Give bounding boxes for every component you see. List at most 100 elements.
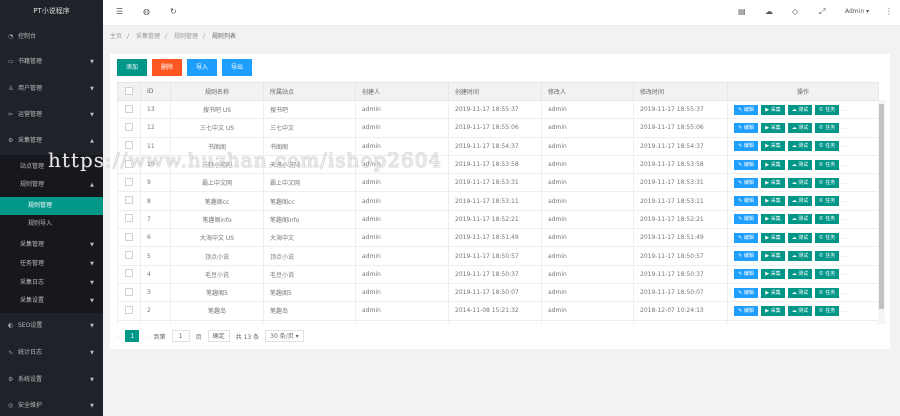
row-checkbox[interactable] — [117, 246, 141, 266]
collect-button[interactable]: ▶ 采集 — [761, 159, 785, 170]
sidebar-item[interactable]: ⚙ 系统设置 ▼ — [0, 371, 103, 389]
collect-button[interactable]: ▶ 采集 — [761, 104, 785, 115]
row-checkbox[interactable] — [117, 136, 141, 156]
collect-button[interactable]: ▶ 采集 — [761, 287, 785, 298]
sidebar-item[interactable]: ▭ 书籍管理 ▼ — [0, 53, 103, 71]
row-checkbox[interactable] — [117, 319, 141, 324]
edit-button[interactable]: ✎ 编辑 — [734, 232, 758, 243]
edit-button[interactable]: ✎ 编辑 — [734, 305, 758, 316]
more-icon[interactable]: … — [842, 179, 848, 186]
row-checkbox[interactable] — [117, 154, 141, 175]
select-all-checkbox[interactable] — [117, 82, 141, 101]
edit-button[interactable]: ✎ 编辑 — [734, 104, 758, 115]
refresh-icon[interactable]: ↻ — [170, 7, 177, 16]
table-scrollbar[interactable] — [878, 100, 885, 324]
globe-icon[interactable]: ◍ — [143, 7, 150, 16]
collect-button[interactable]: ▶ 采集 — [761, 305, 785, 316]
submenu-item[interactable]: 规则管理 ▲ — [0, 176, 103, 194]
row-checkbox[interactable] — [117, 228, 141, 248]
task-button[interactable]: © 任务 — [815, 104, 839, 115]
more-icon[interactable]: … — [842, 234, 848, 241]
task-button[interactable]: © 任务 — [815, 122, 839, 133]
test-button[interactable]: ☁ 测试 — [788, 104, 812, 115]
test-button[interactable]: ☁ 测试 — [788, 196, 812, 207]
task-button[interactable]: © 任务 — [815, 305, 839, 316]
prev-page-icon[interactable]: ‹ — [117, 333, 119, 340]
confirm-button[interactable]: 确定 — [207, 330, 230, 342]
test-button[interactable]: ☁ 测试 — [788, 269, 812, 280]
tag-icon[interactable]: ◇ — [792, 7, 798, 16]
collect-button[interactable]: ▶ 采集 — [761, 269, 785, 280]
submenu-item[interactable]: 任务管理 ▼ — [0, 255, 103, 273]
edit-button[interactable]: ✎ 编辑 — [734, 177, 758, 188]
task-button[interactable]: © 任务 — [815, 232, 839, 243]
collect-button[interactable]: ▶ 采集 — [761, 122, 785, 133]
sidebar-item[interactable]: ♙ 用户管理 ▼ — [0, 80, 103, 98]
task-button[interactable]: © 任务 — [815, 269, 839, 280]
menu-icon[interactable]: ☰ — [116, 7, 123, 16]
collect-button[interactable]: ▶ 采集 — [761, 214, 785, 225]
row-checkbox[interactable] — [117, 191, 141, 211]
edit-button[interactable]: ✎ 编辑 — [734, 122, 758, 133]
edit-button[interactable]: ✎ 编辑 — [734, 196, 758, 207]
submenu-item[interactable]: 规则管理 — [0, 197, 103, 215]
test-button[interactable]: ☁ 测试 — [788, 159, 812, 170]
collect-button[interactable]: ▶ 采集 — [761, 232, 785, 243]
submenu-item[interactable]: 规则导入 — [0, 215, 103, 233]
test-button[interactable]: ☁ 测试 — [788, 251, 812, 262]
edit-button[interactable]: ✎ 编辑 — [734, 269, 758, 280]
row-checkbox[interactable] — [117, 173, 141, 193]
row-checkbox[interactable] — [117, 209, 141, 230]
row-checkbox[interactable] — [117, 118, 141, 138]
edit-button[interactable]: ✎ 编辑 — [734, 159, 758, 170]
next-page-icon[interactable]: › — [145, 333, 147, 340]
collect-button[interactable]: ▶ 采集 — [761, 177, 785, 188]
note-icon[interactable]: ▤ — [738, 7, 746, 16]
user-menu[interactable]: Admin ▾ — [845, 8, 869, 15]
theme-icon[interactable]: ☁ — [765, 7, 773, 16]
task-button[interactable]: © 任务 — [815, 196, 839, 207]
crumb-collect[interactable]: 采集管理 — [136, 33, 160, 40]
more-icon[interactable]: … — [842, 270, 848, 277]
more-icon[interactable]: … — [842, 124, 848, 131]
task-button[interactable]: © 任务 — [815, 159, 839, 170]
page-1[interactable]: 1 — [125, 330, 140, 342]
edit-button[interactable]: ✎ 编辑 — [734, 287, 758, 298]
submenu-item[interactable]: 采集管理 ▼ — [0, 236, 103, 254]
fullscreen-icon[interactable]: ⤢ — [819, 7, 825, 17]
row-checkbox[interactable] — [117, 301, 141, 321]
more-icon[interactable]: … — [842, 197, 848, 204]
edit-button[interactable]: ✎ 编辑 — [734, 251, 758, 262]
more-icon[interactable]: … — [842, 106, 848, 113]
crumb-home[interactable]: 主页 — [110, 33, 122, 40]
submenu-item[interactable]: 采集设置 ▼ — [0, 292, 103, 310]
row-checkbox[interactable] — [117, 99, 141, 120]
task-button[interactable]: © 任务 — [815, 214, 839, 225]
more-icon[interactable]: … — [842, 252, 848, 259]
per-page-select[interactable]: 30 条/页 ▾ — [265, 330, 304, 342]
test-button[interactable]: ☁ 测试 — [788, 305, 812, 316]
crumb-rules[interactable]: 规则管理 — [174, 33, 198, 40]
task-button[interactable]: © 任务 — [815, 251, 839, 262]
sidebar-item[interactable]: ◔ 控制台 — [0, 28, 103, 46]
more-icon[interactable]: … — [842, 215, 848, 222]
more-icon[interactable]: … — [842, 289, 848, 296]
sidebar-item[interactable]: ✂ 运营管理 ▼ — [0, 106, 103, 124]
collect-button[interactable]: ▶ 采集 — [761, 141, 785, 152]
more-icon[interactable]: … — [842, 142, 848, 149]
collect-button[interactable]: ▶ 采集 — [761, 251, 785, 262]
edit-button[interactable]: ✎ 编辑 — [734, 214, 758, 225]
test-button[interactable]: ☁ 测试 — [788, 232, 812, 243]
page-input[interactable]: 1 — [171, 330, 190, 342]
sidebar-item[interactable]: ◎ 安全维护 ▼ — [0, 397, 103, 415]
test-button[interactable]: ☁ 测试 — [788, 177, 812, 188]
more-icon[interactable]: ⋮ — [885, 7, 893, 16]
row-checkbox[interactable] — [117, 264, 141, 284]
sidebar-item[interactable]: ⚙ 采集管理 ▲ — [0, 132, 103, 150]
task-button[interactable]: © 任务 — [815, 177, 839, 188]
more-icon[interactable]: … — [842, 161, 848, 168]
row-checkbox[interactable] — [117, 282, 141, 303]
more-icon[interactable]: … — [842, 307, 848, 314]
test-button[interactable]: ☁ 测试 — [788, 214, 812, 225]
edit-button[interactable]: ✎ 编辑 — [734, 141, 758, 152]
